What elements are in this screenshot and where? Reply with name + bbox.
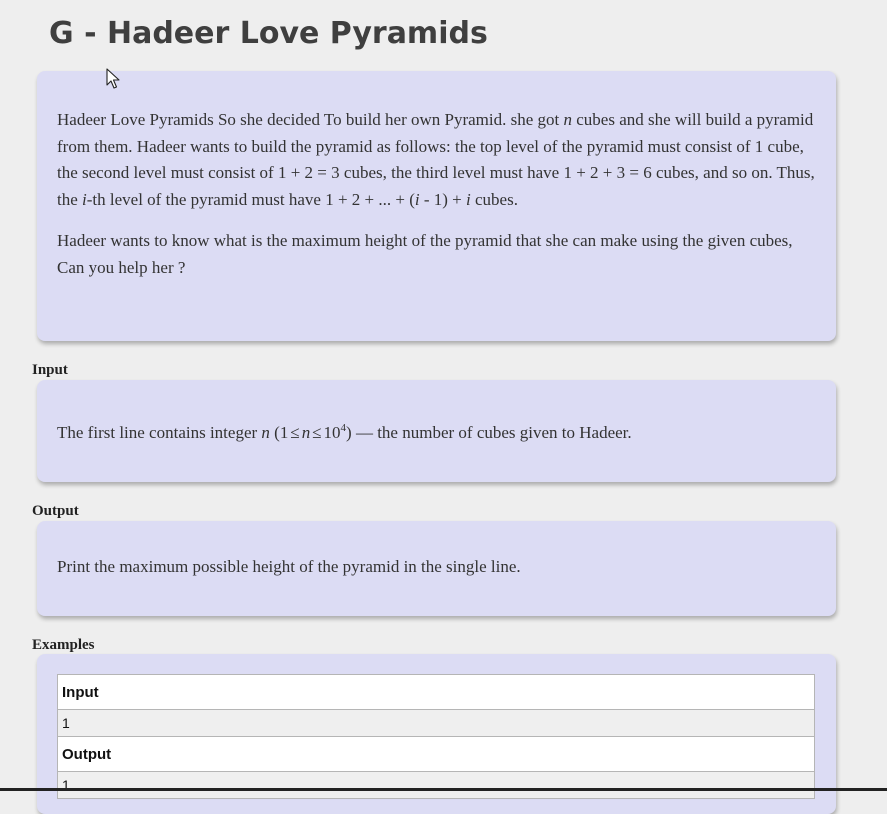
examples-section-label: Examples: [32, 637, 95, 653]
input-spec-text: The first line contains integer n (1 ≤ n ≤1…: [57, 420, 816, 447]
input-section-label: Input: [32, 362, 68, 378]
variable-n: n: [563, 110, 573, 129]
example-input-header-row: Input: [57, 674, 815, 710]
statement-text: -th level of the pyramid must have: [86, 189, 326, 209]
mouse-pointer-icon: [106, 68, 120, 89]
input-text: — the number of cubes given to Hadeer.: [351, 423, 632, 442]
equation-part: - 1) +: [419, 189, 467, 209]
equation-level-three: 1 + 2 + 3 = 6: [563, 163, 652, 182]
statement-text: cubes, the third level must have: [339, 163, 564, 182]
statement-text: Hadeer Love Pyramids So she decided To b…: [57, 110, 564, 129]
less-equal-sign: ≤: [290, 423, 300, 442]
output-section-label: Output: [32, 503, 79, 519]
problem-title: G - Hadeer Love Pyramids: [49, 16, 488, 51]
example-input-value[interactable]: 1: [57, 709, 815, 737]
example-input-row: 1: [57, 709, 815, 737]
example-output-header: Output: [57, 736, 815, 772]
example-output-row: 1: [57, 771, 815, 799]
equation-level-two: 1 + 2 = 3: [277, 163, 340, 182]
variable-n: n: [301, 423, 311, 442]
input-spec-panel: The first line contains integer n (1 ≤ n ≤1…: [37, 380, 836, 482]
equation-level-i: 1 + 2 + ... + (i - 1) + i: [325, 190, 471, 209]
statement-text: cubes.: [470, 189, 518, 209]
output-spec-text: Print the maximum possible height of the…: [57, 557, 521, 576]
example-table: Input 1 Output 1: [57, 674, 815, 799]
statement-panel: Hadeer Love Pyramids So she decided To b…: [37, 71, 836, 341]
statement-paragraph: Hadeer Love Pyramids So she decided To b…: [57, 107, 816, 213]
example-output-header-row: Output: [57, 736, 815, 772]
variable-n: n: [261, 423, 270, 442]
output-spec-panel: Print the maximum possible height of the…: [37, 521, 836, 616]
less-equal-sign: ≤: [312, 423, 322, 442]
constraint-part: (1: [269, 423, 289, 442]
example-input-header: Input: [57, 674, 815, 710]
equation-part: 1 + 2 + ... + (: [325, 189, 415, 209]
statement-question: Hadeer wants to know what is the maximum…: [57, 231, 793, 277]
power-base: 10: [323, 423, 341, 442]
example-output-value[interactable]: 1: [57, 771, 815, 799]
input-text: The first line contains integer: [57, 423, 262, 442]
